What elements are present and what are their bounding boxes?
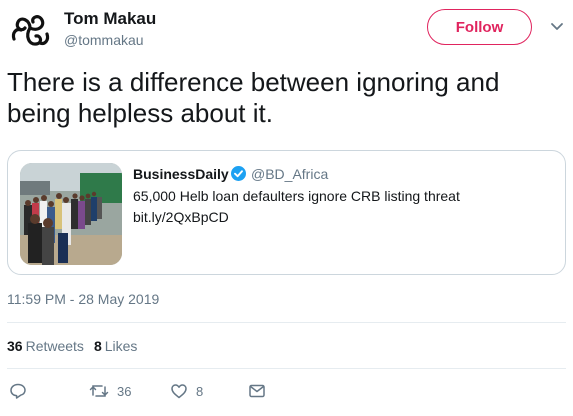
likes-count: 8: [93, 338, 102, 354]
divider: [7, 322, 566, 323]
author-handle[interactable]: @tommakau: [64, 32, 144, 48]
retweets-count: 36: [7, 338, 23, 354]
queue-photo-thumbnail: [20, 163, 122, 265]
quoted-author-handle: @BD_Africa: [251, 166, 329, 182]
envelope-icon: [249, 384, 265, 398]
likes-label: Likes: [104, 338, 138, 354]
quoted-tweet-text: 65,000 Helb loan defaulters ignore CRB l…: [133, 188, 460, 204]
like-count: 8: [196, 383, 204, 399]
engagement-stats: 36 Retweets 8 Likes: [7, 338, 137, 354]
follow-button[interactable]: Follow: [427, 9, 532, 45]
author-name[interactable]: Tom Makau: [64, 9, 156, 29]
tweet-text: There is a difference between ignoring a…: [7, 67, 500, 128]
retweets-label: Retweets: [25, 338, 84, 354]
quoted-tweet-link[interactable]: bit.ly/2QxBpCD: [133, 209, 229, 225]
quoted-author-name: BusinessDaily: [133, 166, 229, 182]
reply-button[interactable]: [9, 382, 27, 400]
retweet-button[interactable]: 36: [89, 382, 131, 400]
likes-stat[interactable]: 8 Likes: [94, 338, 137, 354]
triskelion-icon: [11, 15, 50, 46]
direct-message-button[interactable]: [248, 382, 266, 400]
retweets-stat[interactable]: 36 Retweets: [7, 338, 84, 354]
quoted-tweet-card[interactable]: BusinessDaily @BD_Africa 65,000 Helb loa…: [7, 150, 566, 275]
quoted-tweet-image: [20, 163, 122, 265]
avatar[interactable]: [7, 6, 53, 52]
like-button[interactable]: 8: [170, 382, 203, 400]
divider: [7, 368, 566, 369]
retweet-count: 36: [117, 383, 132, 399]
verified-badge-icon: [231, 166, 246, 181]
tweet-timestamp[interactable]: 11:59 PM - 28 May 2019: [7, 291, 159, 307]
retweet-icon: [89, 385, 109, 397]
reply-icon: [10, 383, 26, 399]
chevron-down-icon[interactable]: [550, 20, 564, 34]
heart-icon: [171, 384, 187, 399]
